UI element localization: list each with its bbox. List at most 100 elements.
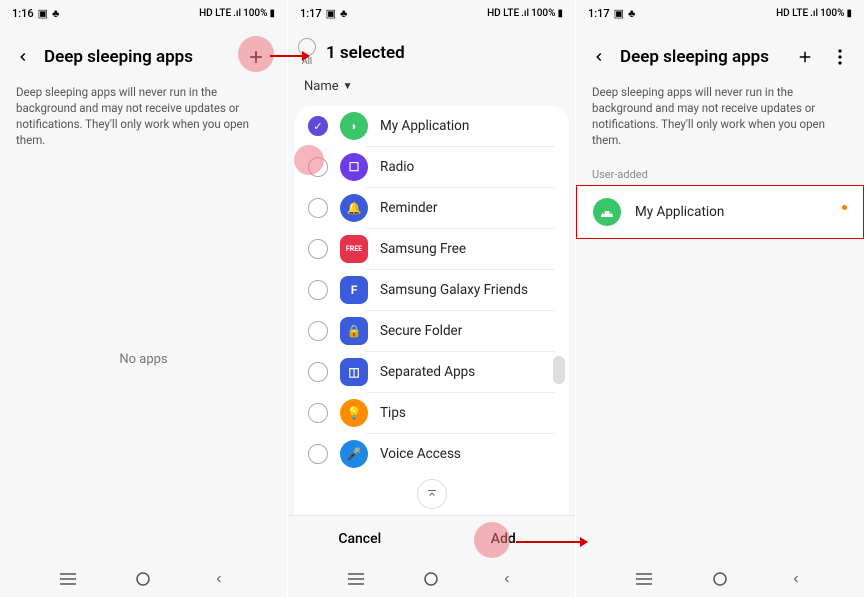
screen-1-deep-sleeping-empty: 1:16 ▣ ♣ HD LTE .ıl 100% ▮ Deep sleeping…	[0, 0, 288, 597]
app-name: My Application	[635, 204, 834, 220]
new-indicator-dot-icon	[842, 205, 847, 210]
nav-home[interactable]	[133, 569, 153, 589]
select-all-circle-icon	[298, 38, 316, 56]
nav-recents[interactable]	[634, 569, 654, 589]
notif-icon: ▣	[614, 7, 624, 20]
checkbox-unchecked-icon[interactable]	[308, 198, 328, 218]
signal-icon: .ıl	[521, 8, 529, 19]
bottom-action-bar: Cancel Add	[288, 515, 575, 561]
checkbox-checked-icon[interactable]: ✓	[308, 116, 328, 136]
notif-icon: ▣	[326, 7, 336, 20]
checkbox-unchecked-icon[interactable]	[308, 239, 328, 259]
page-description: Deep sleeping apps will never run in the…	[0, 82, 287, 158]
app-name: Reminder	[380, 200, 559, 216]
list-item[interactable]: 🔔 Reminder	[294, 188, 569, 228]
selection-count-title: 1 selected	[326, 43, 405, 63]
battery-icon: ▮	[846, 8, 852, 19]
nav-recents[interactable]	[58, 569, 78, 589]
clock: 1:17	[300, 7, 322, 20]
checkbox-unchecked-icon[interactable]	[308, 157, 328, 177]
notif-icon-2: ♣	[52, 7, 59, 20]
app-name: Secure Folder	[380, 323, 559, 339]
app-name: Separated Apps	[380, 364, 559, 380]
notif-icon-2: ♣	[628, 7, 635, 20]
list-item[interactable]: ☐ Radio	[294, 147, 569, 187]
empty-state: No apps	[0, 158, 287, 561]
battery-label: 100%	[243, 8, 267, 19]
scroll-to-top-button[interactable]	[417, 479, 447, 509]
app-icon: ◗	[340, 112, 368, 140]
app-name: Samsung Galaxy Friends	[380, 282, 559, 298]
spacer	[576, 239, 864, 561]
checkbox-unchecked-icon[interactable]	[308, 321, 328, 341]
page-title: Deep sleeping apps	[620, 47, 780, 67]
list-item[interactable]: 🔒 Secure Folder	[294, 311, 569, 351]
app-name: Samsung Free	[380, 241, 559, 257]
app-icon: ◫	[340, 358, 368, 386]
selection-header: All 1 selected	[288, 26, 575, 73]
net-label: HD LTE	[199, 8, 231, 19]
app-icon: 🔒	[340, 317, 368, 345]
app-icon	[593, 198, 621, 226]
nav-home[interactable]	[421, 569, 441, 589]
list-item[interactable]: My Application	[577, 186, 863, 238]
page-header: Deep sleeping apps	[0, 26, 287, 82]
user-added-app-card: My Application	[576, 185, 864, 239]
status-bar: 1:17 ▣ ♣ HD LTE .ıl 100% ▮	[576, 0, 864, 26]
nav-back[interactable]	[786, 569, 806, 589]
nav-recents[interactable]	[346, 569, 366, 589]
page-header: Deep sleeping apps	[576, 26, 864, 82]
battery-icon: ▮	[557, 8, 563, 19]
app-icon: 🔔	[340, 194, 368, 222]
cancel-button[interactable]: Cancel	[288, 516, 432, 561]
nav-back[interactable]	[497, 569, 517, 589]
nav-home[interactable]	[710, 569, 730, 589]
notif-icon-2: ♣	[340, 7, 347, 20]
page-description: Deep sleeping apps will never run in the…	[576, 82, 864, 158]
battery-label: 100%	[531, 8, 555, 19]
back-button[interactable]	[14, 48, 32, 66]
clock: 1:17	[588, 7, 610, 20]
list-item[interactable]: 🎤Voice Access	[294, 434, 569, 474]
page-title: Deep sleeping apps	[44, 47, 227, 67]
screen-2-app-picker: 1:17 ▣ ♣ HD LTE .ıl 100% ▮ All 1 selecte…	[288, 0, 576, 597]
app-name: Radio	[380, 159, 559, 175]
android-navbar	[576, 561, 864, 597]
app-icon: ☐	[340, 153, 368, 181]
android-navbar	[288, 561, 575, 597]
checkbox-unchecked-icon[interactable]	[308, 403, 328, 423]
list-item[interactable]: FREE Samsung Free	[294, 229, 569, 269]
add-app-button[interactable]	[792, 40, 818, 74]
app-icon: F	[340, 276, 368, 304]
status-bar: 1:17 ▣ ♣ HD LTE .ıl 100% ▮	[288, 0, 575, 26]
scrollbar-thumb[interactable]	[553, 356, 565, 384]
sort-dropdown[interactable]: Name ▼	[288, 73, 575, 102]
select-all-label: All	[302, 57, 312, 67]
battery-label: 100%	[820, 8, 844, 19]
screen-3-deep-sleeping-added: 1:17 ▣ ♣ HD LTE .ıl 100% ▮ Deep sleeping…	[576, 0, 864, 597]
section-header-user-added: User-added	[576, 158, 864, 185]
net-label: HD LTE	[776, 8, 808, 19]
sort-label: Name	[304, 79, 339, 94]
add-app-button[interactable]	[239, 40, 273, 74]
list-item[interactable]: 💡 Tips	[294, 393, 569, 433]
app-name: Tips	[380, 405, 559, 421]
battery-icon: ▮	[269, 8, 275, 19]
app-icon: 🎤	[340, 440, 368, 468]
list-item[interactable]: F Samsung Galaxy Friends	[294, 270, 569, 310]
notif-icon: ▣	[38, 7, 48, 20]
list-item[interactable]: ◫ Separated Apps	[294, 352, 569, 392]
more-options-button[interactable]	[830, 49, 850, 65]
signal-icon: .ıl	[810, 8, 818, 19]
list-item[interactable]: ✓◗My Application	[294, 106, 569, 146]
status-bar: 1:16 ▣ ♣ HD LTE .ıl 100% ▮	[0, 0, 287, 26]
back-button[interactable]	[590, 48, 608, 66]
checkbox-unchecked-icon[interactable]	[308, 280, 328, 300]
nav-back[interactable]	[209, 569, 229, 589]
app-icon: FREE	[340, 235, 368, 263]
checkbox-unchecked-icon[interactable]	[308, 444, 328, 464]
add-button[interactable]: Add	[432, 516, 576, 561]
checkbox-unchecked-icon[interactable]	[308, 362, 328, 382]
app-icon: 💡	[340, 399, 368, 427]
select-all[interactable]: All	[298, 38, 316, 67]
